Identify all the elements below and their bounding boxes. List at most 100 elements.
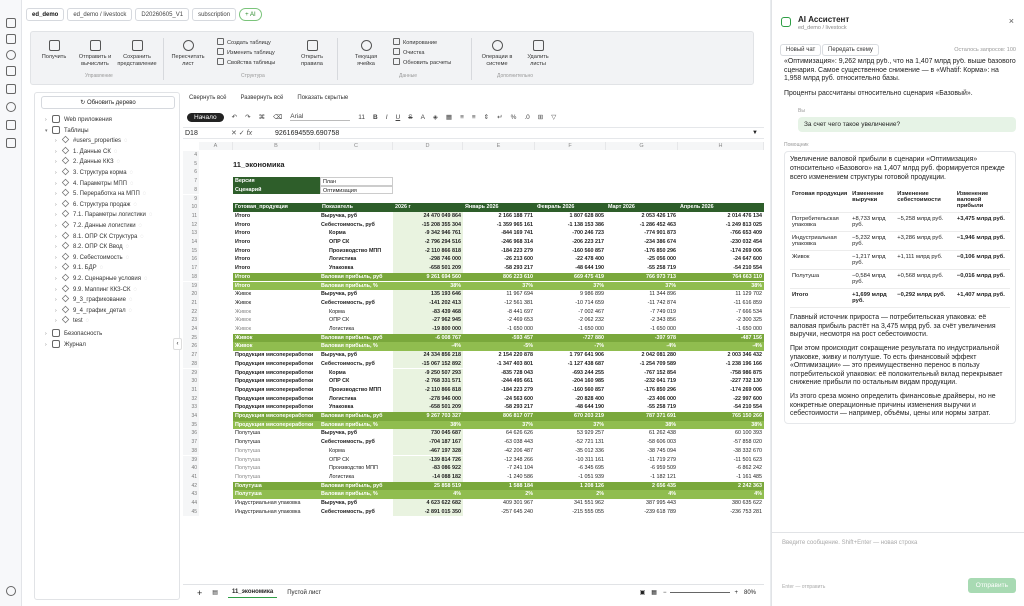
strikethrough-icon[interactable]: S [408, 114, 412, 121]
tree-item[interactable]: › test ◌ [55, 316, 89, 325]
value-cell[interactable]: -58 606 003 [606, 438, 678, 447]
value-cell[interactable]: -6 959 509 [606, 464, 678, 473]
table-row[interactable]: Продукция мясопереработки ОПР СК -2 768 33… [233, 377, 764, 386]
filter-select[interactable]: Оптимизация [320, 185, 393, 195]
value-cell[interactable]: -11 719 279 [606, 456, 678, 465]
model-tab[interactable]: ed_demo / livestock [67, 7, 133, 21]
tree-item[interactable]: › 9.2. Сценарные условия ◌ [55, 273, 148, 283]
value-cell[interactable]: -184 223 279 [463, 386, 535, 395]
value-cell[interactable]: -236 753 281 [678, 508, 764, 517]
column-title[interactable]: Апрель 2026 [678, 203, 764, 212]
row-number[interactable]: 36 [183, 429, 199, 439]
column-header[interactable]: D [393, 142, 463, 150]
column-header[interactable]: B [233, 142, 320, 150]
value-cell[interactable]: -1 127 438 687 [535, 360, 606, 369]
system-ops-button[interactable]: Операции в системе [477, 40, 517, 67]
value-cell[interactable]: -24 647 600 [678, 255, 764, 264]
value-cell[interactable]: -10 311 161 [535, 456, 606, 465]
value-cell[interactable]: -298 746 000 [393, 255, 463, 265]
column-header[interactable]: E [463, 142, 535, 150]
value-cell[interactable]: 669 475 419 [535, 273, 606, 282]
settings-icon[interactable] [6, 102, 16, 112]
value-cell[interactable]: -1 286 452 463 [606, 221, 678, 230]
row-number[interactable]: 12 [183, 220, 199, 230]
tree-item[interactable]: › 6. Структура продаж ◌ [55, 199, 137, 209]
formula-actions-icon[interactable]: ✕ ✓ fx [231, 128, 252, 139]
value-cell[interactable]: -58 293 217 [463, 264, 535, 273]
table-row[interactable]: Полутуша Себестоимость, руб -704 187 167 -6… [233, 438, 764, 447]
value-cell[interactable]: -176 850 296 [606, 247, 678, 256]
value-cell[interactable]: -160 560 857 [535, 247, 606, 256]
value-cell[interactable]: 1 588 184 [463, 482, 535, 491]
value-cell[interactable]: -239 618 789 [606, 508, 678, 517]
table-row[interactable]: Полутуша Производство МПП -83 086 922 -7 24… [233, 464, 764, 473]
zoom-out-icon[interactable]: − [663, 590, 667, 596]
current-cell-button[interactable]: Текущая ячейка [349, 40, 383, 67]
value-cell[interactable]: -704 187 167 [393, 438, 463, 447]
grid-icon[interactable] [6, 34, 16, 44]
row-number[interactable]: 11 [183, 211, 199, 221]
row-number[interactable]: 44 [183, 499, 199, 508]
value-cell[interactable]: -1 240 586 [463, 473, 535, 482]
save-view-button[interactable]: Сохранить представление [117, 40, 157, 67]
value-cell[interactable]: -227 732 130 [678, 377, 764, 386]
row-number[interactable]: 39 [183, 455, 199, 465]
decimal-icon[interactable]: .0 [524, 114, 529, 121]
value-cell[interactable]: 38% [393, 282, 463, 291]
table-row[interactable]: Полутуша Логистика -14 088 182 -1 240 586 -1… [233, 472, 764, 482]
value-cell[interactable]: 37% [463, 282, 535, 291]
value-cell[interactable]: 2% [463, 490, 535, 499]
filter-select[interactable]: План [320, 177, 393, 186]
value-cell[interactable]: 37% [463, 421, 535, 430]
chevron-icon[interactable]: ▾ [45, 128, 52, 135]
row-number[interactable]: 22 [183, 307, 199, 317]
tree-item[interactable]: › 7.1. Параметры логистики ◌ [55, 210, 152, 219]
value-cell[interactable]: -54 210 554 [678, 264, 764, 273]
table-row[interactable]: Живок Валовая прибыль, % -4% -5% -7% -4% -4% [233, 342, 764, 352]
row-number[interactable]: 34 [183, 412, 199, 421]
value-cell[interactable]: 24 334 856 218 [393, 351, 463, 360]
value-cell[interactable]: -1 182 121 [606, 473, 678, 482]
value-cell[interactable]: 38% [606, 421, 678, 430]
chart-icon[interactable] [6, 66, 16, 76]
value-cell[interactable]: -42 206 487 [463, 447, 535, 456]
value-cell[interactable]: 806 223 610 [463, 273, 535, 282]
bold-icon[interactable]: B [373, 114, 378, 121]
value-cell[interactable]: -48 644 190 [535, 403, 606, 412]
send-button[interactable]: Отправить [967, 578, 1016, 593]
value-cell[interactable]: -55 258 719 [606, 264, 678, 273]
value-cell[interactable]: -83 439 468 [393, 307, 463, 317]
align-left-icon[interactable]: ≡ [460, 114, 464, 121]
clear-format-icon[interactable]: ⌫ [273, 113, 282, 121]
value-cell[interactable]: -184 223 279 [463, 247, 535, 256]
value-cell[interactable]: -26 213 600 [463, 255, 535, 264]
value-cell[interactable]: -204 160 985 [535, 377, 606, 386]
row-number[interactable]: 40 [183, 464, 199, 473]
expand-formula-icon[interactable]: ▼ [752, 128, 758, 139]
table-row[interactable]: Продукция мясопереработки Логистика -278 9… [233, 394, 764, 404]
value-cell[interactable]: 24 470 049 864 [393, 211, 463, 221]
value-cell[interactable]: 764 663 110 [678, 273, 764, 282]
column-title[interactable]: Показатель [320, 203, 393, 212]
fill-color-icon[interactable]: ◈ [433, 113, 438, 121]
building-icon[interactable] [6, 138, 16, 148]
table-row[interactable]: Итого ОПР СК -2 796 294 516 -246 968 314 -20… [233, 238, 764, 247]
value-cell[interactable]: 135 193 646 [393, 290, 463, 299]
value-cell[interactable]: -25 056 000 [606, 255, 678, 264]
value-cell[interactable]: -397 978 [606, 334, 678, 343]
pages-icon[interactable] [6, 18, 16, 28]
cell-reference[interactable]: D18 [185, 128, 198, 139]
value-cell[interactable]: 787 371 691 [606, 412, 678, 421]
tree-item[interactable]: › 9.1. БДР ◌ [55, 263, 103, 272]
table-row[interactable]: Живок Корма -83 439 468 -8 441 697 -7 002 46… [233, 307, 764, 317]
sheet-list-icon[interactable]: ▤ [212, 589, 218, 596]
row-number[interactable]: 10 [183, 203, 199, 212]
value-cell[interactable]: 2 014 476 134 [678, 212, 764, 221]
value-cell[interactable]: 2 242 363 [678, 482, 764, 491]
column-header[interactable]: C [320, 142, 393, 150]
value-cell[interactable]: -1 650 000 [463, 325, 535, 334]
value-cell[interactable]: -1 051 939 [535, 473, 606, 482]
row-number[interactable]: 21 [183, 298, 199, 308]
percent-icon[interactable]: % [511, 114, 517, 121]
tree-item[interactable]: › 2. Данные ККЗ ◌ [55, 157, 120, 166]
